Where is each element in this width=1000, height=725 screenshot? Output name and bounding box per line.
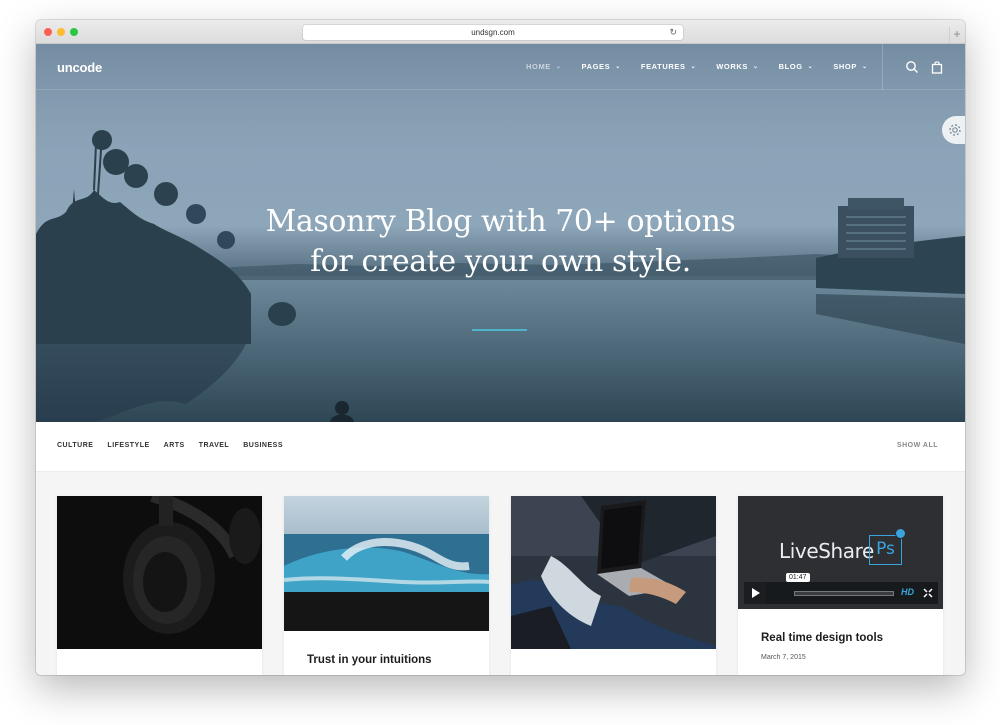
settings-panel-toggle[interactable] [942,116,965,144]
screenshot-stage: undsgn.com ↻ + uncode HOME ⌄ PAGES ⌄ FEA… [0,0,1000,725]
menu-item-label: FEATURES [640,62,686,71]
minimize-window-button[interactable] [57,28,65,36]
blog-card[interactable]: Trust in your intuitions [284,496,489,675]
blog-post-grid: Trust in your intuitions LiveShare Ps 01… [36,472,965,675]
address-bar-url: undsgn.com [471,28,515,37]
blog-card[interactable]: LiveShare Ps 01:47 HD Real time design t… [738,496,943,675]
browser-window: undsgn.com ↻ + uncode HOME ⌄ PAGES ⌄ FEA… [36,20,965,675]
play-icon[interactable] [744,582,766,604]
ocean-wave-image[interactable] [284,496,489,631]
video-controls: 01:47 HD [744,573,938,604]
filter-travel[interactable]: TRAVEL [199,442,229,449]
gear-icon [949,124,961,136]
hd-quality-toggle[interactable]: HD [901,587,914,597]
menu-item-features[interactable]: FEATURES ⌄ [641,62,696,71]
chevron-down-icon: ⌄ [555,64,562,70]
blog-card[interactable] [511,496,716,675]
main-menu: HOME ⌄ PAGES ⌄ FEATURES ⌄ WORKS ⌄ BLOG ⌄ [526,62,888,71]
menu-item-works[interactable]: WORKS ⌄ [716,62,758,71]
menu-item-blog[interactable]: BLOG ⌄ [779,62,814,71]
menu-item-label: WORKS [716,62,748,71]
headphones-image[interactable] [57,496,262,649]
filter-arts[interactable]: ARTS [164,442,185,449]
new-tab-button[interactable]: + [949,27,964,43]
video-timestamp: 01:47 [786,573,810,582]
filter-lifestyle[interactable]: LIFESTYLE [107,442,149,449]
nav-divider [882,44,883,90]
site-logo[interactable]: uncode [57,60,102,75]
photoshop-badge: Ps [869,535,902,565]
notification-dot-icon [895,528,906,539]
zoom-window-button[interactable] [70,28,78,36]
menu-item-label: PAGES [581,62,611,71]
category-filter-bar: CULTURE LIFESTYLE ARTS TRAVEL BUSINESS S… [36,422,965,472]
blog-card-title[interactable]: Real time design tools [761,632,883,644]
hero-headline-line-2: for create your own style. [310,244,691,279]
menu-item-label: HOME [526,62,551,71]
chevron-down-icon: ⌄ [690,64,697,70]
menu-item-label: BLOG [778,62,803,71]
video-brand-text: LiveShare [779,539,874,563]
filter-culture[interactable]: CULTURE [57,442,93,449]
video-player[interactable]: LiveShare Ps 01:47 HD [738,496,943,609]
hero-accent-divider [472,329,527,331]
hero-headline: Masonry Blog with 70+ options for create… [36,202,965,282]
address-bar[interactable]: undsgn.com ↻ [303,25,683,40]
close-window-button[interactable] [44,28,52,36]
search-icon[interactable] [905,60,919,74]
chevron-down-icon: ⌄ [615,64,621,70]
menu-item-home[interactable]: HOME ⌄ [526,62,562,71]
video-scrubber[interactable] [794,591,894,596]
reload-icon[interactable]: ↻ [669,25,677,40]
chevron-down-icon: ⌄ [807,64,814,70]
site-header: uncode HOME ⌄ PAGES ⌄ FEATURES ⌄ WORKS ⌄ [36,44,965,90]
menu-item-label: SHOP [833,62,857,71]
menu-item-pages[interactable]: PAGES ⌄ [582,62,621,71]
laptop-image[interactable] [511,496,716,649]
hero-headline-line-1: Masonry Blog with 70+ options [265,204,736,239]
show-all-filter[interactable]: SHOW ALL [897,442,938,449]
blog-card-date: March 7, 2015 [761,654,806,661]
filter-business[interactable]: BUSINESS [243,442,283,449]
hero-section: uncode HOME ⌄ PAGES ⌄ FEATURES ⌄ WORKS ⌄ [36,44,965,422]
shopping-bag-icon[interactable] [930,60,944,74]
chevron-down-icon: ⌄ [752,64,759,70]
fullscreen-icon[interactable] [923,588,933,598]
blog-card[interactable] [57,496,262,675]
chevron-down-icon: ⌄ [861,64,868,70]
browser-chrome: undsgn.com ↻ + [36,20,965,44]
blog-card-title[interactable]: Trust in your intuitions [307,654,432,666]
menu-item-shop[interactable]: SHOP ⌄ [833,62,867,71]
category-filter-list: CULTURE LIFESTYLE ARTS TRAVEL BUSINESS [57,442,297,449]
